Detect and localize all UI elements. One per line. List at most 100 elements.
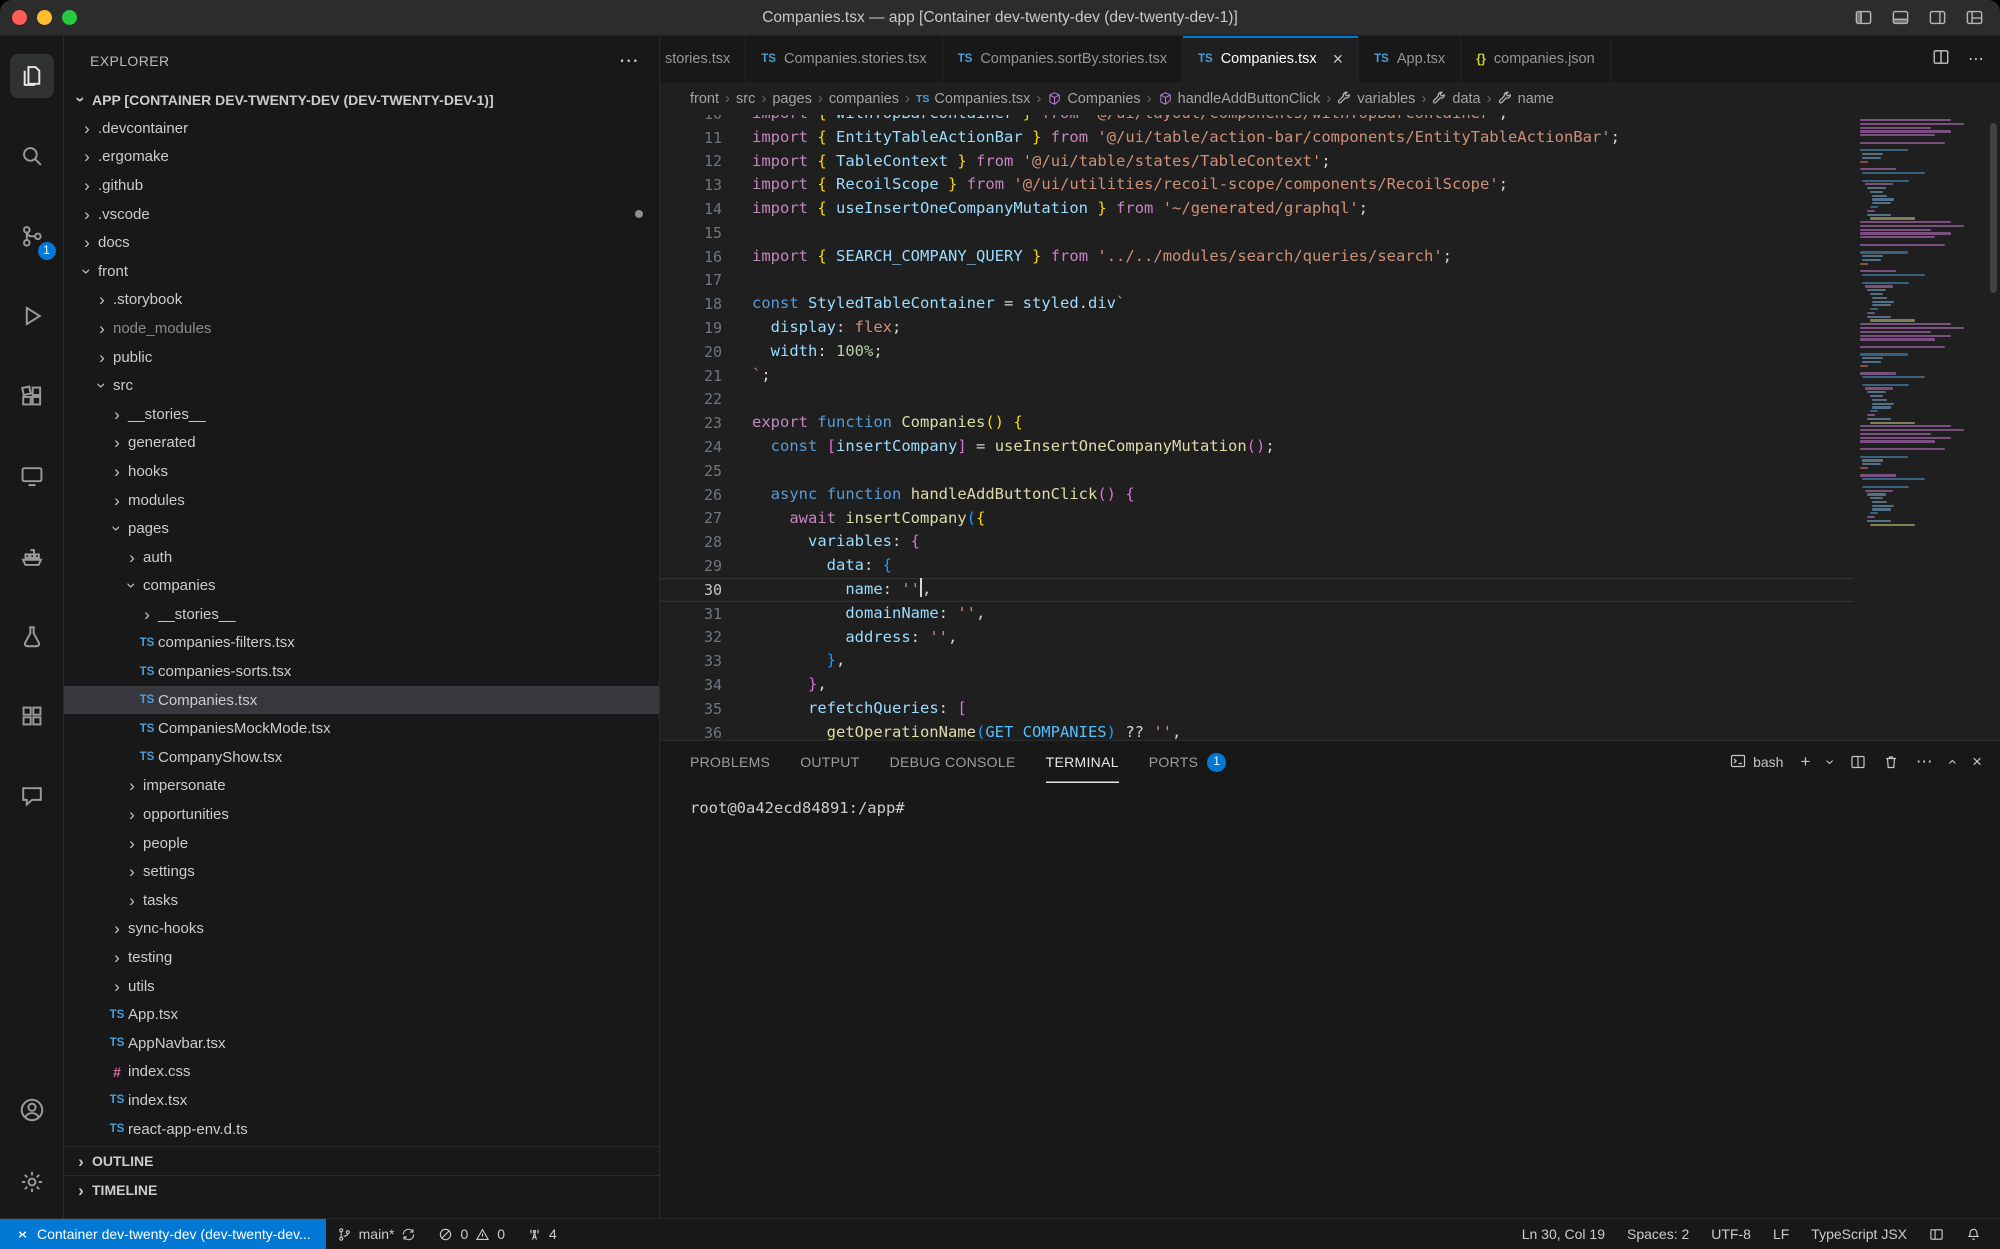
tree-item-settings[interactable]: ›settings (64, 857, 659, 886)
code-line-28[interactable]: 28 variables: { (660, 530, 1854, 554)
tree-item-people[interactable]: ›people (64, 829, 659, 858)
code-line-17[interactable]: 17 (660, 269, 1854, 293)
breadcrumb-handleAddButtonClick[interactable]: handleAddButtonClick (1158, 91, 1321, 107)
tree-item-AppNavbar.tsx[interactable]: TSAppNavbar.tsx (64, 1029, 659, 1058)
tree-item-CompaniesMockMode.tsx[interactable]: TSCompaniesMockMode.tsx (64, 714, 659, 743)
testing-icon[interactable] (0, 596, 64, 676)
source-control-icon[interactable]: 1 (0, 196, 64, 276)
breadcrumb-src[interactable]: src (736, 91, 755, 107)
code-line-22[interactable]: 22 (660, 388, 1854, 412)
indentation-status[interactable]: Spaces: 2 (1616, 1219, 1700, 1249)
panel-tab-debug-console[interactable]: DEBUG CONSOLE (890, 741, 1016, 783)
panel-tab-output[interactable]: OUTPUT (800, 741, 859, 783)
code-line-31[interactable]: 31 domainName: '', (660, 602, 1854, 626)
customize-layout-icon[interactable] (1965, 8, 1984, 27)
panel-more-actions-icon[interactable]: ⋯ (1916, 752, 1933, 772)
code-line-21[interactable]: 21`; (660, 364, 1854, 388)
tree-item-tasks[interactable]: ›tasks (64, 886, 659, 915)
tree-item-.storybook[interactable]: ›.storybook (64, 286, 659, 315)
tree-item-docs[interactable]: ›docs (64, 228, 659, 257)
new-terminal-icon[interactable]: + (1800, 752, 1810, 772)
layout-status-icon[interactable] (1918, 1219, 1955, 1249)
search-icon[interactable] (0, 116, 64, 196)
tree-item-generated[interactable]: ›generated (64, 429, 659, 458)
tree-item-index.tsx[interactable]: TSindex.tsx (64, 1086, 659, 1115)
code-line-18[interactable]: 18const StyledTableContainer = styled.di… (660, 292, 1854, 316)
tree-item-sync-hooks[interactable]: ›sync-hooks (64, 915, 659, 944)
breadcrumb-name[interactable]: name (1498, 91, 1554, 107)
editor-more-actions-icon[interactable]: ⋯ (1968, 49, 1984, 69)
code-line-12[interactable]: 12import { TableContext } from '@/ui/tab… (660, 150, 1854, 174)
code-line-33[interactable]: 33 }, (660, 649, 1854, 673)
cursor-position-status[interactable]: Ln 30, Col 19 (1511, 1219, 1616, 1249)
timeline-section-header[interactable]: › TIMELINE (64, 1175, 659, 1204)
tab-Companies.sortBy.stories.tsx[interactable]: TSCompanies.sortBy.stories.tsx (943, 36, 1183, 82)
editor-scrollbar[interactable] (1986, 115, 2000, 740)
code-line-34[interactable]: 34 }, (660, 673, 1854, 697)
tab-companies.json[interactable]: {}companies.json (1461, 36, 1610, 82)
tree-item-auth[interactable]: ›auth (64, 543, 659, 572)
maximize-panel-icon[interactable]: › (1943, 759, 1961, 764)
breadcrumb-Companies[interactable]: Companies (1047, 91, 1140, 107)
split-editor-icon[interactable] (1932, 48, 1950, 71)
scrollbar-thumb[interactable] (1990, 123, 1997, 293)
tree-item-Companies.tsx[interactable]: TSCompanies.tsx (64, 686, 659, 715)
breadcrumb-variables[interactable]: variables (1337, 91, 1415, 107)
code-line-35[interactable]: 35 refetchQueries: [ (660, 697, 1854, 721)
breadcrumb-Companies.tsx[interactable]: TSCompanies.tsx (916, 91, 1030, 107)
code-line-11[interactable]: 11import { EntityTableActionBar } from '… (660, 126, 1854, 150)
remote-indicator[interactable]: Container dev-twenty-dev (dev-twenty-dev… (0, 1219, 326, 1249)
breadcrumb-data[interactable]: data (1432, 91, 1480, 107)
run-and-debug-icon[interactable] (0, 276, 64, 356)
extensions-icon[interactable] (0, 356, 64, 436)
tree-item-impersonate[interactable]: ›impersonate (64, 772, 659, 801)
close-window-button[interactable] (12, 10, 27, 25)
code-line-25[interactable]: 25 (660, 459, 1854, 483)
code-line-30[interactable]: 30 name: '', (660, 578, 1854, 602)
tree-item-utils[interactable]: ›utils (64, 972, 659, 1001)
git-branch-status[interactable]: main* (326, 1219, 428, 1249)
code-line-16[interactable]: 16import { SEARCH_COMPANY_QUERY } from '… (660, 245, 1854, 269)
tree-item-companies-filters.tsx[interactable]: TScompanies-filters.tsx (64, 629, 659, 658)
tree-item-__stories__[interactable]: ›__stories__ (64, 600, 659, 629)
code-line-36[interactable]: 36 getOperationName(GET_COMPANIES) ?? ''… (660, 721, 1854, 740)
panel-tab-problems[interactable]: PROBLEMS (690, 741, 770, 783)
tab-stories.tsx[interactable]: stories.tsx (660, 36, 746, 82)
tree-item-.vscode[interactable]: ›.vscode (64, 200, 659, 229)
tree-item-node_modules[interactable]: ›node_modules (64, 314, 659, 343)
eol-status[interactable]: LF (1762, 1219, 1800, 1249)
remote-explorer-icon[interactable] (0, 436, 64, 516)
code-line-27[interactable]: 27 await insertCompany({ (660, 507, 1854, 531)
code-line-23[interactable]: 23export function Companies() { (660, 411, 1854, 435)
split-terminal-icon[interactable] (1850, 754, 1866, 770)
notifications-bell-icon[interactable] (1955, 1219, 1992, 1249)
code-line-19[interactable]: 19 display: flex; (660, 316, 1854, 340)
accounts-icon[interactable] (0, 1074, 64, 1146)
breadcrumb-front[interactable]: front (690, 91, 719, 107)
tree-item-public[interactable]: ›public (64, 343, 659, 372)
forwarded-ports-status[interactable]: 4 (516, 1219, 568, 1249)
code-line-26[interactable]: 26 async function handleAddButtonClick()… (660, 483, 1854, 507)
tree-item-.devcontainer[interactable]: ›.devcontainer (64, 114, 659, 143)
toggle-primary-sidebar-icon[interactable] (1854, 8, 1873, 27)
tree-item-App.tsx[interactable]: TSApp.tsx (64, 1000, 659, 1029)
code-line-15[interactable]: 15 (660, 221, 1854, 245)
tree-item-companies[interactable]: ›companies (64, 572, 659, 601)
tree-item-hooks[interactable]: ›hooks (64, 457, 659, 486)
problems-status[interactable]: 0 0 (427, 1219, 516, 1249)
tree-item-index.css[interactable]: #index.css (64, 1058, 659, 1087)
toggle-panel-icon[interactable] (1891, 8, 1910, 27)
code-line-29[interactable]: 29 data: { (660, 554, 1854, 578)
tree-item-.ergomake[interactable]: ›.ergomake (64, 143, 659, 172)
code-line-14[interactable]: 14import { useInsertOneCompanyMutation }… (660, 197, 1854, 221)
minimap[interactable] (1854, 115, 1986, 740)
explorer-icon[interactable] (0, 36, 64, 116)
tree-item-front[interactable]: ›front (64, 257, 659, 286)
tree-item-companies-sorts.tsx[interactable]: TScompanies-sorts.tsx (64, 657, 659, 686)
zoom-window-button[interactable] (62, 10, 77, 25)
code-line-13[interactable]: 13import { RecoilScope } from '@/ui/util… (660, 173, 1854, 197)
code-line-10[interactable]: 10import { withTopBarContainer } from '@… (660, 115, 1854, 126)
tree-item-CompanyShow.tsx[interactable]: TSCompanyShow.tsx (64, 743, 659, 772)
settings-icon[interactable] (0, 1146, 64, 1218)
docker-icon[interactable] (0, 516, 64, 596)
